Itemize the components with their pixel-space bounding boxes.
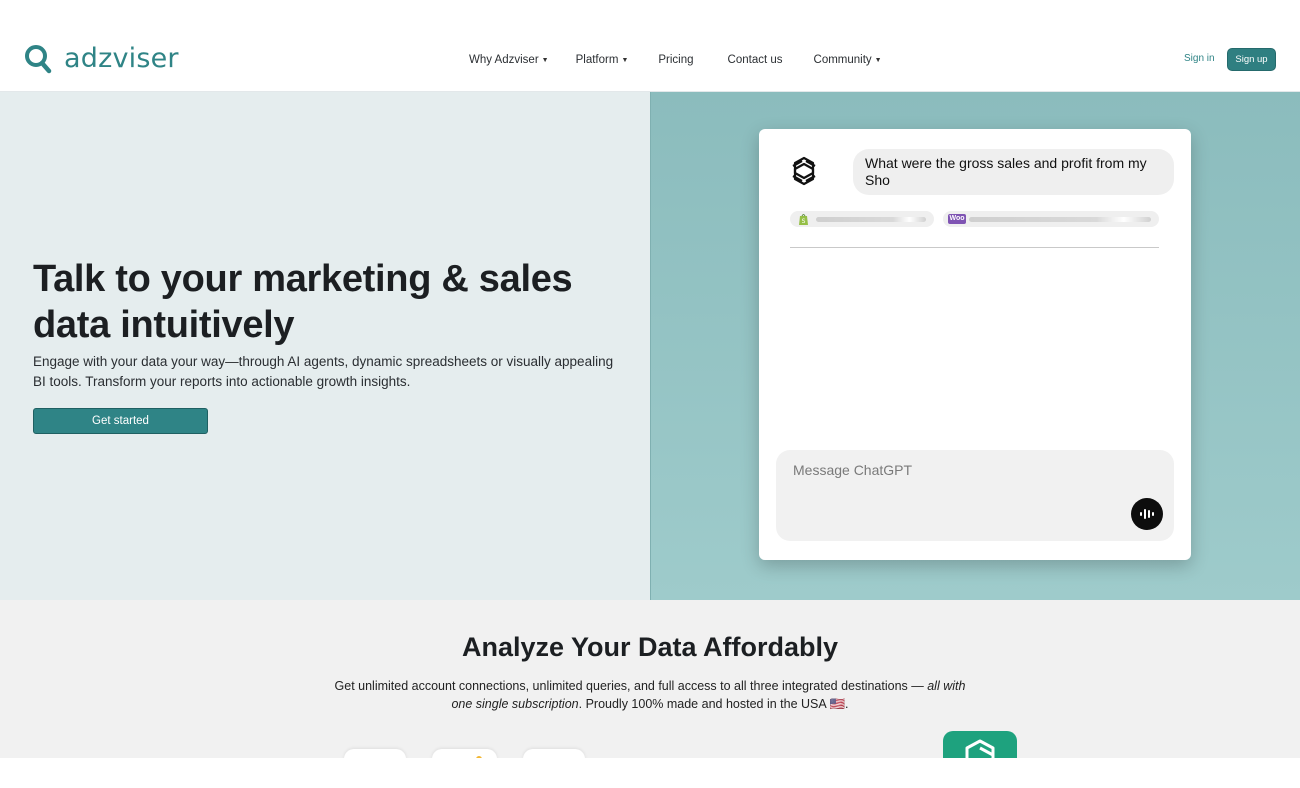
caret-down-icon: ▼ [621, 56, 629, 64]
loading-bar [816, 217, 926, 222]
caret-down-icon: ▼ [541, 56, 549, 64]
chat-divider [790, 247, 1159, 248]
sign-up-button[interactable]: Sign up [1227, 48, 1276, 71]
nav-contact-us-label: Contact us [727, 54, 783, 66]
get-started-button[interactable]: Get started [33, 408, 208, 434]
caret-down-icon: ▼ [874, 56, 882, 64]
nav-platform[interactable]: Platform ▼ [576, 52, 629, 68]
page-bottom-edge [0, 758, 1300, 788]
nav-pricing-label: Pricing [658, 54, 694, 66]
nav-why-adzviser[interactable]: Why Adzviser ▼ [469, 52, 549, 68]
nav-community-label: Community [813, 54, 872, 66]
shopify-icon: S [799, 214, 808, 225]
nav-platform-label: Platform [575, 54, 619, 66]
openai-logo-icon [792, 156, 816, 186]
site-header: adzviser Why Adzviser ▼ Platform ▼ Prici… [0, 0, 1300, 92]
message-input[interactable]: Message ChatGPT [776, 450, 1174, 541]
nav-why-adzviser-label: Why Adzviser [469, 54, 539, 66]
logo-text: adzviser [64, 43, 179, 74]
analyze-title: Analyze Your Data Affordably [461, 632, 839, 662]
analyze-subtitle-part: Get unlimited account connections, unlim… [334, 679, 928, 693]
source-pill-shopify: S [790, 211, 934, 227]
svg-text:S: S [802, 218, 806, 225]
voice-wave-icon [1140, 509, 1154, 519]
analyze-subtitle-part: . Proudly 100% made and hosted in the US… [578, 697, 849, 711]
chat-demo-card: What were the gross sales and profit fro… [759, 129, 1191, 560]
openai-logo-icon [965, 739, 995, 761]
woocommerce-icon: Woo [948, 214, 966, 224]
nav-community[interactable]: Community ▼ [814, 52, 882, 68]
nav-pricing[interactable]: Pricing [658, 52, 693, 68]
source-pill-woocommerce: Woo [943, 211, 1159, 227]
loading-bar [969, 217, 1151, 222]
sign-in-link[interactable]: Sign in [1184, 53, 1215, 64]
magnifier-logo-icon [25, 45, 52, 74]
chatgpt-destination-card[interactable] [943, 731, 1017, 761]
nav-contact-us[interactable]: Contact us [728, 52, 783, 68]
hero-title: Talk to your marketing & sales data intu… [33, 258, 573, 346]
user-question-bubble: What were the gross sales and profit fro… [853, 149, 1174, 195]
main-nav: Why Adzviser ▼ Platform ▼ Pricing Contac… [469, 52, 910, 68]
voice-mode-button[interactable] [1131, 498, 1163, 530]
hero-subtitle: Engage with your data your way—through A… [33, 354, 614, 389]
analyze-subtitle: Get unlimited account connections, unlim… [330, 677, 970, 713]
logo[interactable]: adzviser [24, 44, 179, 74]
message-placeholder: Message ChatGPT [793, 462, 913, 478]
analyze-section: Analyze Your Data Affordably Get unlimit… [0, 600, 1300, 758]
